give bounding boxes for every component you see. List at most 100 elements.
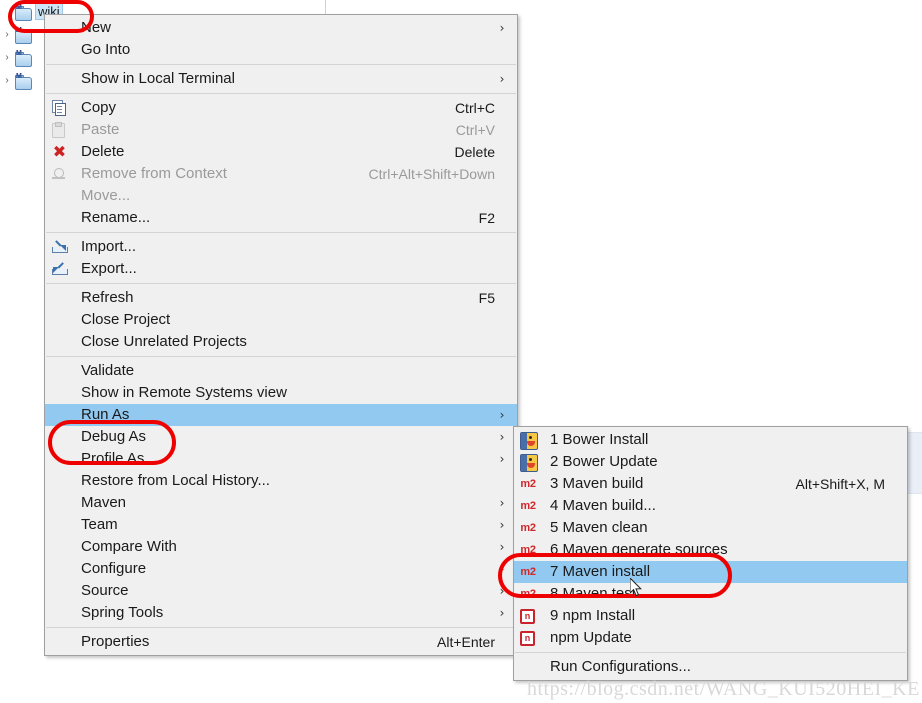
- menu-item[interactable]: Configure ›: [45, 558, 517, 580]
- menu-item[interactable]: m27 Maven install›: [514, 561, 907, 583]
- menu-item-shortcut: Ctrl+Alt+Shift+Down: [368, 166, 495, 182]
- menu-item[interactable]: PasteCtrl+V›: [45, 119, 517, 141]
- menu-item-label: Debug As: [81, 428, 147, 445]
- tree-expand-arrow-icon[interactable]: ›: [0, 75, 14, 86]
- menu-item[interactable]: m23 Maven buildAlt+Shift+X, M›: [514, 473, 907, 495]
- menu-item-icon-slot: [45, 237, 73, 257]
- menu-item-icon-slot: ✖: [45, 142, 73, 162]
- menu-item[interactable]: RefreshF5›: [45, 287, 517, 309]
- menu-item[interactable]: n9 npm Install›: [514, 605, 907, 627]
- menu-item-icon-slot: [45, 310, 73, 330]
- menu-item-label: Paste: [81, 121, 120, 138]
- menu-item-icon-slot: [45, 471, 73, 491]
- menu-item[interactable]: Team ›: [45, 514, 517, 536]
- menu-item-icon-slot: [45, 405, 73, 425]
- menu-item-label: Properties: [81, 633, 150, 650]
- menu-item-icon-slot: [45, 427, 73, 447]
- menu-item[interactable]: Move...›: [45, 185, 517, 207]
- run-as-submenu[interactable]: 1 Bower Install›2 Bower Update› m2 3 Maven…: [513, 426, 908, 681]
- menu-item-label: 8 Maven test: [550, 585, 636, 602]
- menu-item[interactable]: nnpm Update›: [514, 627, 907, 649]
- menu-item-label: Move...: [81, 187, 131, 204]
- menu-item[interactable]: Source ›: [45, 580, 517, 602]
- menu-item[interactable]: Show in Local Terminal ›: [45, 68, 517, 90]
- menu-item-icon-slot: [45, 449, 73, 469]
- menu-item-shortcut: Delete: [454, 144, 495, 160]
- menu-item[interactable]: Maven ›: [45, 492, 517, 514]
- menu-item[interactable]: m26 Maven generate sources›: [514, 539, 907, 561]
- menu-item[interactable]: m28 Maven test›: [514, 583, 907, 605]
- menu-item-icon-slot: [45, 40, 73, 60]
- menu-item-icon-slot: [45, 632, 73, 652]
- maven-m2-icon: m2: [520, 588, 536, 600]
- maven-m2-icon: m2: [520, 500, 536, 512]
- chevron-right-icon: ›: [499, 21, 505, 35]
- menu-item[interactable]: 1 Bower Install›: [514, 429, 907, 451]
- menu-item[interactable]: Run As ›: [45, 404, 517, 426]
- menu-item-icon-slot: [45, 69, 73, 89]
- bower-icon: [520, 454, 538, 472]
- menu-item-shortcut: F5: [478, 290, 495, 306]
- menu-item-label: Spring Tools: [81, 604, 164, 621]
- menu-item[interactable]: Restore from Local History...›: [45, 470, 517, 492]
- menu-item-icon-slot: [514, 430, 546, 450]
- delete-icon: ✖: [52, 142, 67, 161]
- menu-item-label: Remove from Context: [81, 165, 227, 182]
- menu-item-label: Run As: [81, 406, 130, 423]
- menu-item[interactable]: Go Into›: [45, 39, 517, 61]
- menu-separator: [515, 652, 906, 653]
- menu-item[interactable]: Remove from ContextCtrl+Alt+Shift+Down›: [45, 163, 517, 185]
- menu-item[interactable]: m25 Maven clean›: [514, 517, 907, 539]
- menu-item-icon-slot: [45, 164, 73, 184]
- chevron-right-icon: ›: [499, 430, 505, 444]
- menu-item-label: 1 Bower Install: [550, 431, 649, 448]
- maven-m2-icon: m2: [520, 544, 536, 556]
- maven-project-folder-icon: M: [14, 27, 32, 44]
- menu-item-label: Restore from Local History...: [81, 472, 270, 489]
- project-context-menu[interactable]: New›Go Into›Show in Local Terminal›CopyC…: [44, 14, 518, 656]
- menu-item-label: Go Into: [81, 41, 131, 58]
- menu-item[interactable]: Import...›: [45, 236, 517, 258]
- menu-item-icon-slot: [45, 208, 73, 228]
- menu-item[interactable]: New ›: [45, 17, 517, 39]
- tree-expand-arrow-icon[interactable]: ›: [0, 52, 14, 63]
- menu-separator: [46, 283, 516, 284]
- chevron-right-icon: ›: [499, 72, 505, 86]
- menu-item[interactable]: CopyCtrl+C›: [45, 97, 517, 119]
- menu-item-icon-slot: [45, 98, 73, 118]
- menu-item-shortcut: Alt+Shift+X, M: [795, 476, 885, 492]
- menu-item[interactable]: Show in Remote Systems view›: [45, 382, 517, 404]
- menu-item-label: Show in Local Terminal: [81, 70, 235, 87]
- tree-expand-arrow-icon[interactable]: ›: [0, 29, 14, 40]
- menu-item-icon-slot: n: [514, 606, 546, 626]
- menu-item-icon-slot: [45, 581, 73, 601]
- menu-item-icon-slot: [45, 603, 73, 623]
- menu-item-label: Maven: [81, 494, 127, 511]
- menu-item-label: npm Update: [550, 629, 632, 646]
- chevron-right-icon: ›: [499, 584, 505, 598]
- chevron-right-icon: ›: [499, 518, 505, 532]
- menu-item[interactable]: 2 Bower Update›: [514, 451, 907, 473]
- menu-item-label: 4 Maven build...: [550, 497, 656, 514]
- maven-m2-icon: m2: [520, 522, 536, 534]
- menu-item[interactable]: m24 Maven build...›: [514, 495, 907, 517]
- menu-item[interactable]: PropertiesAlt+Enter›: [45, 631, 517, 653]
- menu-item[interactable]: Close Project›: [45, 309, 517, 331]
- chevron-right-icon: ›: [499, 496, 505, 510]
- menu-item[interactable]: Export...›: [45, 258, 517, 280]
- menu-separator: [46, 356, 516, 357]
- menu-item-label: Refresh: [81, 289, 134, 306]
- menu-item[interactable]: Spring Tools ›: [45, 602, 517, 624]
- menu-item[interactable]: Validate›: [45, 360, 517, 382]
- menu-item[interactable]: Close Unrelated Projects›: [45, 331, 517, 353]
- menu-item[interactable]: Debug As ›: [45, 426, 517, 448]
- menu-item[interactable]: Compare With ›: [45, 536, 517, 558]
- menu-item-label: Source: [81, 582, 129, 599]
- menu-item[interactable]: Rename...F2›: [45, 207, 517, 229]
- menu-item[interactable]: ✖DeleteDelete›: [45, 141, 517, 163]
- menu-item-label: 5 Maven clean: [550, 519, 648, 536]
- maven-project-folder-icon: M: [14, 4, 32, 21]
- menu-item[interactable]: Run Configurations...›: [514, 656, 907, 678]
- menu-item[interactable]: Profile As ›: [45, 448, 517, 470]
- menu-item-shortcut: Ctrl+C: [454, 100, 495, 116]
